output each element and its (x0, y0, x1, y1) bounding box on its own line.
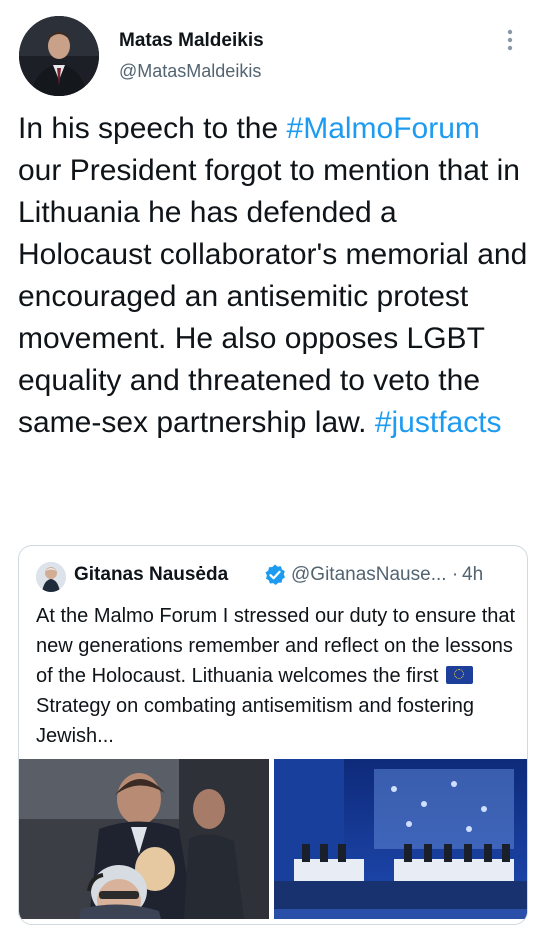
hashtag-malmoforum-link[interactable]: #MalmoForum (287, 112, 480, 145)
quoted-timestamp[interactable]: 4h (462, 564, 483, 586)
tweet-header: Matas Maldeikis @MatasMaldeikis (0, 0, 540, 100)
quoted-media-photo-2[interactable] (274, 759, 527, 919)
quoted-tweet-card[interactable]: Gitanas Nausėda @GitanasNause... · 4h At… (18, 545, 528, 925)
tweet-text-segment: our President forgot to mention that in … (18, 154, 528, 439)
tweet-text-segment: In his speech to the (18, 112, 287, 145)
quoted-handle-text: @GitanasNause... (291, 564, 447, 585)
quoted-media-photo-1[interactable] (19, 759, 269, 919)
quoted-text-segment: At the Malmo Forum I stressed our duty t… (36, 605, 516, 687)
author-handle[interactable]: @MatasMaldeikis (119, 61, 261, 82)
author-avatar[interactable] (19, 16, 99, 96)
quoted-tweet-text: At the Malmo Forum I stressed our duty t… (36, 601, 516, 751)
time-separator: · (451, 564, 459, 585)
author-name[interactable]: Matas Maldeikis (119, 30, 264, 52)
hashtag-justfacts-link[interactable]: #justfacts (375, 406, 502, 439)
quoted-author-handle[interactable]: @GitanasNause... · (291, 564, 458, 586)
quoted-author-avatar[interactable] (36, 562, 66, 592)
eu-flag-icon (446, 666, 473, 684)
quoted-text-segment: Strategy on combating antisemitism and f… (36, 695, 474, 747)
verified-badge-icon (263, 563, 287, 587)
quoted-author-name[interactable]: Gitanas Nausėda (74, 564, 228, 586)
tweet-body: In his speech to the #MalmoForum our Pre… (18, 108, 530, 444)
more-vertical-icon[interactable] (500, 26, 520, 54)
